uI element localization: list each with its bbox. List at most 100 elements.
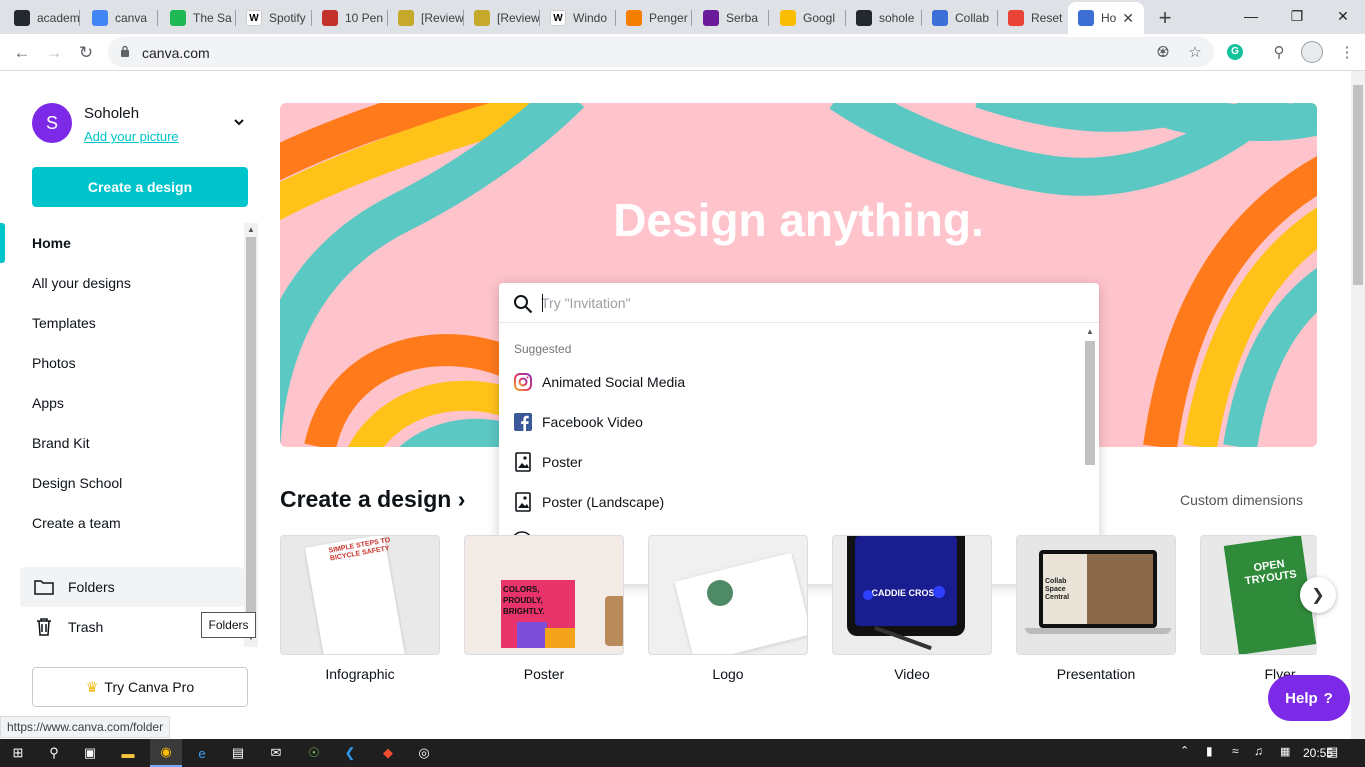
facebook-icon — [514, 413, 532, 431]
store-icon[interactable]: ▤ — [228, 743, 248, 763]
browser-toolbar: ← → ↻ canva.com ♼ ☆ G ⚲ ⋮ — [0, 34, 1365, 71]
avatar[interactable]: S — [32, 103, 72, 143]
sidebar-item-templates[interactable]: Templates — [32, 315, 96, 331]
translate-icon[interactable]: ♼ — [1152, 41, 1174, 63]
design-card-poster[interactable]: COLORS, PROUDLY, BRIGHTLY. — [464, 535, 624, 655]
mail-icon[interactable]: ✉ — [266, 743, 286, 763]
browser-tab[interactable]: Ho ✕ — [1068, 2, 1144, 34]
suggestion-item[interactable]: Facebook Video — [499, 402, 1083, 442]
trash-icon — [37, 618, 51, 636]
browser-tab[interactable]: Googl — [770, 4, 846, 32]
google-icon — [92, 10, 108, 26]
new-tab-button[interactable]: + — [1152, 5, 1178, 31]
text-cursor — [542, 294, 543, 312]
sidebar-item-create-a-team[interactable]: Create a team — [32, 515, 121, 531]
design-card-infographic[interactable]: SIMPLE STEPS TO BICYCLE SAFETY — [280, 535, 440, 655]
create-design-button[interactable]: Create a design — [32, 167, 248, 207]
search-input[interactable] — [541, 291, 1061, 315]
browser-tab[interactable]: [Review — [464, 4, 540, 32]
browser-tab[interactable]: [Review — [388, 4, 464, 32]
try-canva-pro-button[interactable]: ♛ Try Canva Pro — [32, 667, 248, 707]
sidebar-item-home[interactable]: Home — [32, 235, 71, 251]
close-tab-icon[interactable]: ✕ — [1122, 10, 1134, 27]
suggestion-item[interactable]: Animated Social Media — [499, 362, 1083, 402]
search-icon[interactable]: ⚲ — [44, 743, 64, 763]
close-window-button[interactable]: ✕ — [1320, 0, 1365, 32]
back-button[interactable]: ← — [9, 40, 35, 66]
file-explorer-icon[interactable]: ▬ — [118, 743, 138, 763]
browser-tab-title: Googl — [803, 11, 836, 25]
windows-taskbar: ⌃ ▮ ≈ ♫ ▦ 20:55 ▤ ⊞ ⚲ ▣ ▬ ◉ e ▤ ✉ ☉ ❮ ◆ ◎ — [0, 739, 1365, 767]
chrome-icon[interactable]: ◉ — [150, 739, 182, 767]
question-icon: ? — [1323, 689, 1333, 707]
minimize-button[interactable]: — — [1228, 0, 1274, 32]
sidebar-item-brand-kit[interactable]: Brand Kit — [32, 435, 90, 451]
git-icon[interactable]: ◆ — [378, 743, 398, 763]
help-button[interactable]: Help ? — [1268, 675, 1350, 721]
suggestion-item[interactable]: Poster — [499, 442, 1083, 482]
scroll-up-arrow-icon[interactable]: ▲ — [247, 225, 255, 234]
vscode-icon[interactable]: ❮ — [340, 743, 360, 763]
browser-tab[interactable]: sohole — [846, 4, 922, 32]
browser-tab[interactable]: Reset — [998, 4, 1074, 32]
browser-tab[interactable]: The Sa — [160, 4, 236, 32]
design-card-video[interactable]: CADDIE CROSS — [832, 535, 992, 655]
browser-tab[interactable]: Penger — [616, 4, 692, 32]
browser-tab-title: [Review — [497, 11, 540, 25]
start-icon[interactable]: ⊞ — [8, 743, 28, 763]
maximize-button[interactable]: ❐ — [1274, 0, 1320, 32]
ime-icon[interactable]: ▦ — [1280, 745, 1290, 758]
notification-icon[interactable]: ▤ — [1326, 744, 1338, 760]
search-icon — [514, 295, 533, 314]
page-scrollbar[interactable] — [1351, 71, 1365, 739]
tray-chevron-up-icon[interactable]: ⌃ — [1180, 744, 1189, 757]
browser-tab[interactable]: academ — [4, 4, 80, 32]
sidebar-item-photos[interactable]: Photos — [32, 355, 76, 371]
task-view-icon[interactable]: ▣ — [80, 743, 100, 763]
wifi-icon[interactable]: ≈ — [1232, 744, 1239, 758]
carousel-next-button[interactable]: ❯ — [1300, 577, 1336, 613]
reload-button[interactable]: ↻ — [73, 40, 99, 66]
canva-home-page: S Soholeh Add your picture Create a desi… — [0, 71, 1365, 739]
scroll-up-arrow-icon[interactable]: ▲ — [1086, 327, 1094, 336]
address-bar[interactable]: canva.com — [108, 37, 1214, 67]
browser-tab[interactable]: 10 Pen — [312, 4, 388, 32]
browser-tab[interactable]: W Spotify — [236, 4, 312, 32]
create-design-heading[interactable]: Create a design › — [280, 486, 465, 513]
volume-icon[interactable]: ♫ — [1254, 744, 1263, 758]
sidebar-scroll-thumb[interactable] — [246, 237, 256, 629]
suggestion-item[interactable]: Poster (Landscape) — [499, 482, 1083, 522]
design-card-presentation[interactable]: Collab Space Central — [1016, 535, 1176, 655]
add-picture-link[interactable]: Add your picture — [84, 129, 179, 144]
grammarly-icon[interactable]: G — [1224, 41, 1246, 63]
sidebar-item-apps[interactable]: Apps — [32, 395, 64, 411]
page-scroll-thumb[interactable] — [1353, 85, 1363, 285]
user-name: Soholeh — [84, 105, 140, 122]
design-card-label: Poster — [523, 666, 565, 682]
browser-tab[interactable]: W Windo — [540, 4, 616, 32]
forward-button[interactable]: → — [41, 40, 67, 66]
key-icon[interactable]: ⚲ — [1268, 41, 1290, 63]
browser-tab[interactable]: Collab — [922, 4, 998, 32]
browser-tab[interactable]: Serba — [693, 4, 769, 32]
sidebar-item-design-school[interactable]: Design School — [32, 475, 122, 491]
obs-icon[interactable]: ◎ — [414, 743, 434, 763]
lock-icon — [121, 45, 129, 57]
battery-icon[interactable]: ▮ — [1206, 744, 1213, 758]
sidebar-item-all-your-designs[interactable]: All your designs — [32, 275, 131, 291]
dropdown-scroll-thumb[interactable] — [1085, 341, 1095, 465]
android-icon[interactable]: ☉ — [304, 743, 324, 763]
browser-tab[interactable]: canva — [82, 4, 158, 32]
menu-icon[interactable]: ⋮ — [1336, 41, 1358, 63]
custom-dimensions-link[interactable]: Custom dimensions — [1180, 492, 1303, 508]
sidebar-item-folders-label: Folders — [68, 579, 115, 595]
chevron-down-icon[interactable] — [232, 115, 246, 129]
bookmark-star-icon[interactable]: ☆ — [1184, 41, 1206, 63]
sidebar-item-trash[interactable]: Trash — [68, 619, 103, 635]
profile-avatar[interactable] — [1298, 41, 1326, 63]
browser-tab-title: The Sa — [193, 11, 232, 25]
design-card-logo[interactable] — [648, 535, 808, 655]
sidebar-scrollbar[interactable]: ▲ ▼ — [244, 223, 258, 647]
browser-tab-title: academ — [37, 11, 80, 25]
edge-icon[interactable]: e — [192, 743, 212, 763]
